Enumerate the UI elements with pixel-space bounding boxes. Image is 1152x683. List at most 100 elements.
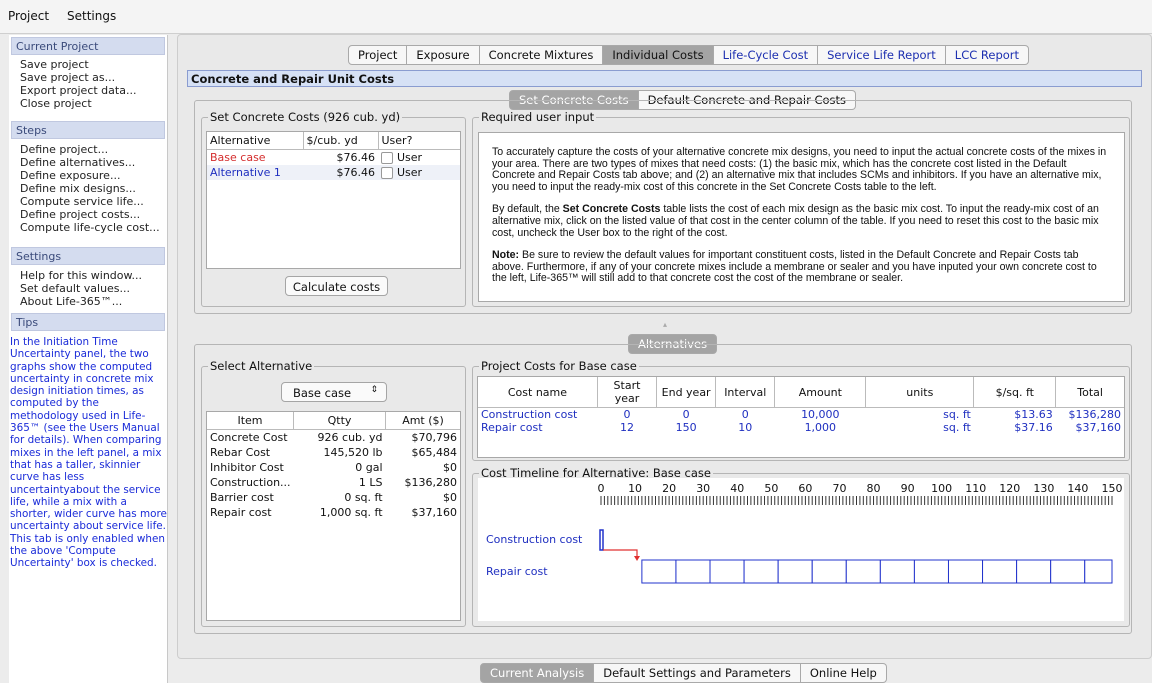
menu-settings[interactable]: Settings [67,9,116,23]
cost-cell[interactable]: 0 [657,408,716,421]
timeline-tick-label: 30 [696,482,710,495]
item-qtty: 1 LS [358,476,383,489]
col-units[interactable]: units [865,377,975,408]
col-item[interactable]: Item [207,412,295,430]
alt-cost[interactable]: $76.46 [303,150,378,166]
timeline-tick-label: 40 [730,482,744,495]
main-tab-bar: Project Exposure Concrete Mixtures Indiv… [348,45,1030,65]
tips-text: In the Initiation Time Uncertainty panel… [10,336,168,570]
timeline-tick-label: 60 [798,482,812,495]
save-project-as-link[interactable]: Save project as... [20,71,115,84]
col-alternative[interactable]: Alternative [207,132,304,150]
construction-cost-bar [599,529,604,551]
alternative-items-table: Item Qtty Amt ($) Concrete Cost 926 cub. … [206,411,461,621]
instructions-paragraph-1: To accurately capture the costs of your … [492,146,1107,193]
table-row[interactable]: Construction cost 0 0 0 10,000 sq. ft $13.63 $1… [478,408,1124,421]
calculate-costs-button[interactable]: Calculate costs [285,276,388,296]
project-costs-table: Cost name Start year End year Interval Amoun… [477,376,1125,458]
repair-cost-interval [641,559,677,584]
export-project-data-link[interactable]: Export project data... [20,84,136,97]
tab-default-settings[interactable]: Default Settings and Parameters [594,663,801,683]
user-checkbox[interactable] [381,167,393,179]
tab-online-help[interactable]: Online Help [800,663,887,683]
define-project-link[interactable]: Define project... [20,143,108,156]
cost-cell[interactable]: 150 [657,421,716,434]
table-row[interactable]: Base case $76.46 User [207,150,460,166]
item-name: Barrier cost [210,491,274,504]
col-amt[interactable]: Amt ($) [386,412,460,430]
col-amount[interactable]: Amount [774,377,867,408]
cost-cell[interactable]: $37.16 [974,421,1056,434]
tab-life-cycle-cost[interactable]: Life-Cycle Cost [713,45,819,65]
compute-lcc-link[interactable]: Compute life-cycle cost... [20,221,160,234]
steps-header: Steps [11,121,165,139]
tab-individual-costs[interactable]: Individual Costs [603,45,714,65]
define-mix-designs-link[interactable]: Define mix designs... [20,182,136,195]
table-row[interactable]: Repair cost 12 150 10 1,000 sq. ft $37.16 $37,1… [478,421,1124,434]
alt-cost[interactable]: $76.46 [303,165,378,180]
cost-cell[interactable]: sq. ft [866,421,974,434]
save-project-link[interactable]: Save project [20,58,89,71]
define-project-costs-link[interactable]: Define project costs... [20,208,140,221]
col-total[interactable]: Total [1056,377,1124,408]
cost-cell[interactable]: 1,000 [775,421,866,434]
tab-service-life-report[interactable]: Service Life Report [818,45,946,65]
define-alternatives-link[interactable]: Define alternatives... [20,156,135,169]
col-interval[interactable]: Interval [715,377,776,408]
col-start-year[interactable]: Start year [597,377,658,408]
table-row: Concrete Cost 926 cub. yd $70,796 [207,430,460,446]
about-life365-link[interactable]: About Life-365™... [20,295,122,308]
repair-cost-interval [777,559,813,584]
item-qtty: 926 cub. yd [317,431,383,444]
repair-cost-interval [1050,559,1086,584]
cost-cell[interactable]: sq. ft [866,408,974,421]
close-project-link[interactable]: Close project [20,97,92,110]
cost-cell[interactable]: 12 [597,421,656,434]
required-input-label: Required user input [479,110,597,124]
user-checkbox[interactable] [381,152,393,164]
define-exposure-link[interactable]: Define exposure... [20,169,120,182]
tab-current-analysis[interactable]: Current Analysis [480,663,595,683]
set-default-values-link[interactable]: Set default values... [20,282,130,295]
cost-cell[interactable]: 0 [597,408,656,421]
splitter-handle[interactable]: ▴ [663,320,667,329]
col-qtty[interactable]: Qtty [293,412,387,430]
tab-exposure[interactable]: Exposure [407,45,480,65]
help-window-link[interactable]: Help for this window... [20,269,142,282]
item-name: Repair cost [210,506,272,519]
tab-lcc-report[interactable]: LCC Report [945,45,1030,65]
set-concrete-costs-label: Set Concrete Costs (926 cub. yd) [208,110,403,124]
repair-cost-interval [675,559,711,584]
tab-project[interactable]: Project [348,45,408,65]
alternative-select[interactable]: Base case ⇕ [281,382,387,402]
item-amount: $0 [443,461,457,474]
settings-header: Settings [11,247,165,265]
required-input-text: To accurately capture the costs of your … [478,132,1125,302]
cost-cell[interactable]: 10,000 [775,408,866,421]
col--sq-ft[interactable]: $/sq. ft [973,377,1057,408]
col-cost-name[interactable]: Cost name [478,377,598,408]
table-row[interactable]: Alternative 1 $76.46 User [207,165,460,180]
compute-service-life-link[interactable]: Compute service life... [20,195,144,208]
tips-paragraph-2: This tab is only enabled when the above … [10,532,165,570]
set-concrete-costs-table: Alternative $/cub. yd User? Base case $7… [206,131,461,269]
cost-cell[interactable]: 10 [716,421,775,434]
timeline-tick-label: 100 [931,482,952,495]
col-user[interactable]: User? [378,132,460,150]
cost-cell[interactable]: $37,160 [1056,421,1124,434]
menu-project[interactable]: Project [8,9,49,23]
repair-cost-interval [743,559,779,584]
col-cost-per-yd[interactable]: $/cub. yd [303,132,379,150]
timeline-connector [603,549,638,558]
tab-concrete-mixtures[interactable]: Concrete Mixtures [479,45,604,65]
cost-cell[interactable]: Construction cost [478,408,597,421]
cost-cell[interactable]: $13.63 [974,408,1056,421]
repair-cost-interval [913,559,949,584]
col-end-year[interactable]: End year [656,377,717,408]
cost-cell[interactable]: 0 [716,408,775,421]
updown-arrows-icon: ⇕ [370,385,378,395]
cost-cell[interactable]: $136,280 [1056,408,1124,421]
timeline-tick-label: 90 [901,482,915,495]
cost-cell[interactable]: Repair cost [478,421,597,434]
item-qtty: 0 gal [355,461,383,474]
